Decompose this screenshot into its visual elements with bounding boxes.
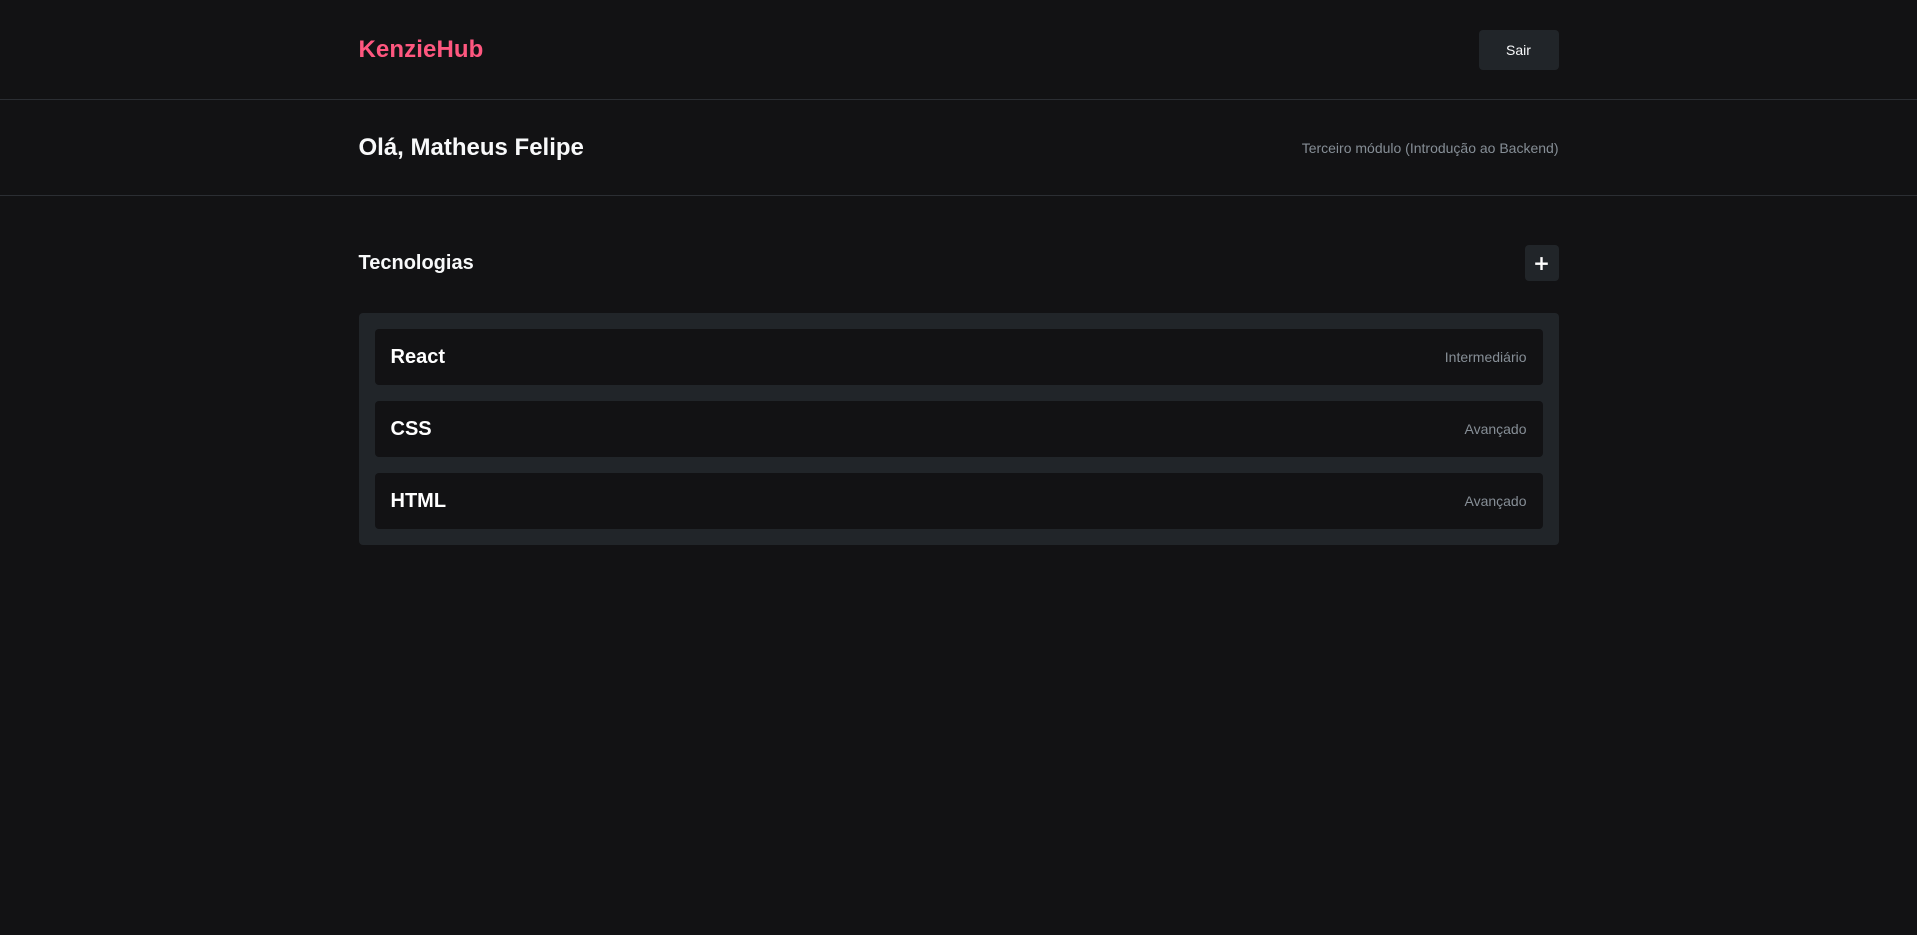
add-technology-button[interactable]: + [1524, 245, 1559, 281]
technology-status: Avançado [1464, 493, 1527, 509]
main-container: Tecnologias + React Intermediário CSS Av… [358, 196, 1559, 545]
user-module: Terceiro módulo (Introdução ao Backend) [1301, 139, 1559, 156]
user-info-bar: Olá, Matheus Felipe Terceiro módulo (Int… [0, 100, 1917, 196]
technology-list: React Intermediário CSS Avançado HTML Av… [358, 313, 1559, 545]
technologies-title: Tecnologias [358, 251, 474, 274]
technology-name: HTML [390, 489, 447, 512]
technologies-header: Tecnologias + [359, 245, 1559, 281]
technology-card-react[interactable]: React Intermediário [374, 329, 1543, 385]
user-greeting: Olá, Matheus Felipe [358, 133, 584, 161]
technology-card-css[interactable]: CSS Avançado [374, 401, 1543, 457]
header-container: KenzieHub Sair [359, 0, 1559, 99]
top-header: KenzieHub Sair [0, 0, 1917, 100]
main-content: Tecnologias + React Intermediário CSS Av… [0, 196, 1917, 545]
technology-card-html[interactable]: HTML Avançado [374, 473, 1543, 529]
plus-icon: + [1533, 251, 1550, 275]
logout-button[interactable]: Sair [1478, 29, 1559, 70]
technology-status: Intermediário [1444, 349, 1527, 365]
technology-name: CSS [390, 417, 432, 440]
technology-status: Avançado [1464, 421, 1527, 437]
app-logo: KenzieHub [358, 35, 484, 63]
technology-name: React [390, 345, 445, 368]
user-info-container: Olá, Matheus Felipe Terceiro módulo (Int… [359, 100, 1559, 195]
